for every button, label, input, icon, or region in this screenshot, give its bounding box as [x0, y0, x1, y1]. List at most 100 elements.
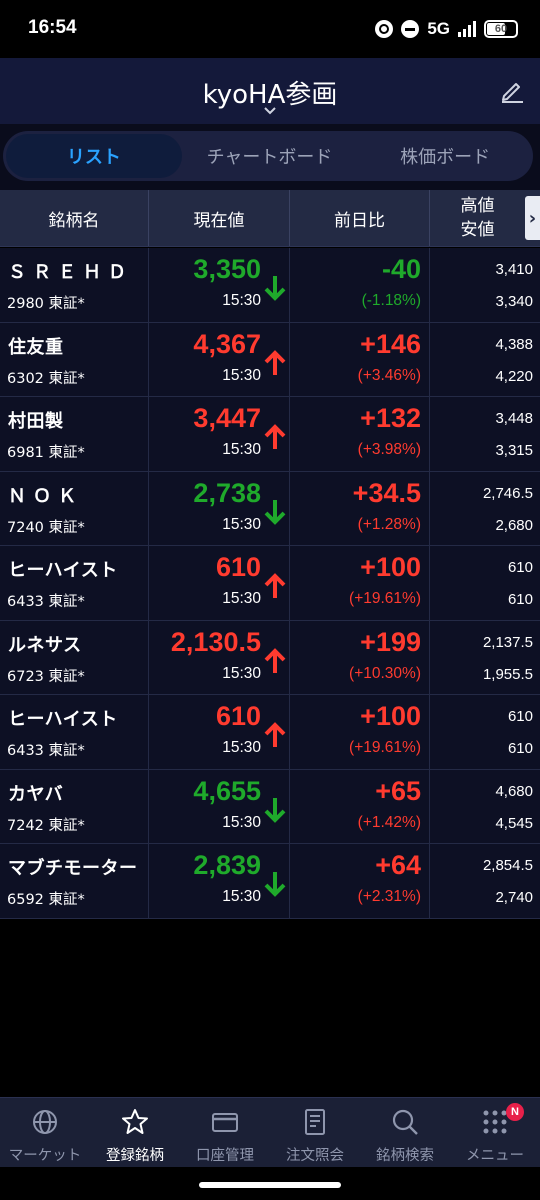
stock-code-market: 2980 東証* — [7, 296, 85, 312]
tab-chart-board[interactable]: チャートボード — [182, 131, 358, 181]
stock-row[interactable]: 住友重 6302 東証* 4,367 15:30 +146 (+3.46%) 4,388 4,… — [0, 322, 540, 397]
nav-market[interactable]: マーケット — [0, 1098, 90, 1167]
low-price: 4,545 — [495, 814, 533, 832]
current-price: 610 — [215, 552, 261, 582]
low-price: 4,220 — [495, 367, 533, 385]
high-price: 3,448 — [495, 410, 533, 427]
arrow-up-icon — [263, 349, 287, 377]
change-cell: +65 (+1.42%) — [290, 769, 430, 843]
battery-level: 60 — [494, 23, 508, 35]
card-icon — [212, 1113, 238, 1132]
stock-code-market: 6592 東証* — [7, 892, 85, 908]
sync-icon — [375, 20, 394, 38]
arrow-up-icon — [263, 572, 287, 600]
stock-name: 住友重 — [8, 336, 64, 358]
low-price: 2,740 — [495, 889, 533, 906]
stock-name: ＳＲＥＨＤ — [8, 262, 133, 283]
price-change-percent: (+19.61%) — [349, 590, 421, 607]
price-cell: 610 15:30 — [149, 546, 290, 620]
stock-row[interactable]: ＮＯＫ 7240 東証* 2,738 15:30 +34.5 (+1.28%) 2,746.… — [0, 471, 540, 546]
price-cell: 2,130.5 15:30 — [149, 620, 290, 694]
high-low-cell: 2,746.5 2,680 — [430, 472, 540, 546]
change-cell: +64 (+2.31%) — [290, 844, 430, 918]
low-price: 610 — [507, 740, 533, 757]
column-header-high-low[interactable]: 高値 安値 — [430, 190, 525, 246]
view-tabs-bar: リスト チャートボード 株価ボード — [0, 124, 540, 190]
low-price: 3,340 — [495, 293, 533, 310]
stock-code-market: 6302 東証* — [7, 370, 85, 387]
price-time: 15:30 — [222, 888, 261, 905]
status-time: 16:54 — [28, 17, 77, 38]
low-price: 2,680 — [495, 516, 533, 534]
column-header-change[interactable]: 前日比 — [290, 190, 430, 246]
stock-row[interactable]: ルネサス 6723 東証* 2,130.5 15:30 +199 (+10.30%) 2,1… — [0, 620, 540, 695]
change-cell: +34.5 (+1.28%) — [290, 471, 430, 545]
price-time: 15:30 — [222, 515, 261, 533]
price-time: 15:30 — [222, 441, 261, 458]
high-low-cell: 2,137.5 1,955.5 — [430, 621, 540, 695]
nav-label: 口座管理 — [196, 1148, 254, 1164]
nav-search[interactable]: 銘柄検索 — [360, 1098, 450, 1167]
stock-row[interactable]: ヒーハイスト 6433 東証* 610 15:30 +100 (+19.61%) 610 61… — [0, 695, 540, 770]
stock-name: 村田製 — [8, 411, 64, 432]
stock-code-market: 6723 東証* — [7, 668, 85, 685]
price-time: 15:30 — [222, 292, 261, 309]
view-tabs: リスト チャートボード 株価ボード — [3, 131, 533, 181]
high-low-cell: 610 610 — [430, 546, 540, 620]
document-icon — [305, 1109, 325, 1135]
high-price: 610 — [507, 708, 533, 725]
stock-name: カヤバ — [8, 783, 64, 805]
change-cell: +100 (+19.61%) — [290, 695, 430, 769]
low-price: 610 — [507, 591, 533, 608]
stock-name: ルネサス — [8, 634, 82, 656]
stock-row[interactable]: 村田製 6981 東証* 3,447 15:30 +132 (+3.98%) 3,448 3,… — [0, 397, 540, 472]
chevron-down-icon[interactable] — [263, 106, 277, 116]
price-change-percent: (+1.42%) — [357, 813, 421, 831]
arrow-up-icon — [263, 721, 287, 749]
high-low-cell: 4,680 4,545 — [430, 770, 540, 844]
stock-row[interactable]: ヒーハイスト 6433 東証* 610 15:30 +100 (+19.61%) 610 61… — [0, 546, 540, 621]
stock-row[interactable]: マブチモーター 6592 東証* 2,839 15:30 +64 (+2.31%) 2,85… — [0, 844, 540, 919]
network-label: 5G — [427, 19, 450, 38]
stock-name-cell: カヤバ 7242 東証* — [0, 769, 149, 843]
price-change: +199 — [360, 626, 421, 657]
stock-code-market: 7242 東証* — [7, 817, 85, 834]
change-cell: -40 (-1.18%) — [290, 248, 430, 322]
scroll-columns-button[interactable]: › — [525, 196, 540, 240]
nav-watchlist[interactable]: 登録銘柄 — [90, 1098, 180, 1167]
price-change: +132 — [360, 403, 421, 433]
arrow-down-icon — [263, 870, 287, 898]
high-price: 2,137.5 — [482, 633, 533, 651]
column-header-name[interactable]: 銘柄名 — [0, 190, 149, 246]
nav-orders[interactable]: 注文照会 — [270, 1098, 360, 1167]
price-change: +64 — [375, 850, 421, 880]
current-price: 3,447 — [193, 403, 261, 433]
price-change: +34.5 — [352, 477, 421, 508]
price-cell: 4,655 15:30 — [149, 769, 290, 843]
stock-row[interactable]: カヤバ 7242 東証* 4,655 15:30 +65 (+1.42%) 4,680 4,5… — [0, 769, 540, 844]
current-price: 4,367 — [193, 328, 261, 359]
battery-icon: 60 — [484, 20, 518, 38]
notification-badge: N — [506, 1103, 524, 1121]
stock-name-cell: ヒーハイスト 6433 東証* — [0, 695, 149, 769]
price-change-percent: (+10.30%) — [349, 664, 421, 682]
price-change: +100 — [360, 701, 421, 731]
price-cell: 4,367 15:30 — [149, 322, 290, 396]
home-indicator[interactable] — [199, 1182, 341, 1188]
globe-icon — [33, 1110, 57, 1134]
current-price: 3,350 — [193, 254, 261, 284]
price-change-percent: (-1.18%) — [361, 292, 421, 309]
high-price: 2,854.5 — [482, 857, 533, 874]
nav-account[interactable]: 口座管理 — [180, 1098, 270, 1167]
stock-row[interactable]: ＳＲＥＨＤ 2980 東証* 3,350 15:30 -40 (-1.18%) 3,410 3… — [0, 248, 540, 323]
tab-list[interactable]: リスト — [6, 134, 182, 178]
stock-name: ヒーハイスト — [8, 709, 118, 730]
tab-price-board[interactable]: 株価ボード — [357, 131, 533, 181]
edit-icon[interactable] — [498, 76, 526, 104]
stock-name-cell: ルネサス 6723 東証* — [0, 620, 149, 694]
price-change-percent: (+3.98%) — [357, 441, 421, 458]
price-time: 15:30 — [222, 664, 261, 682]
column-header-price[interactable]: 現在値 — [149, 190, 290, 246]
high-price: 4,388 — [495, 335, 533, 353]
nav-menu[interactable]: N メニュー — [450, 1098, 540, 1167]
